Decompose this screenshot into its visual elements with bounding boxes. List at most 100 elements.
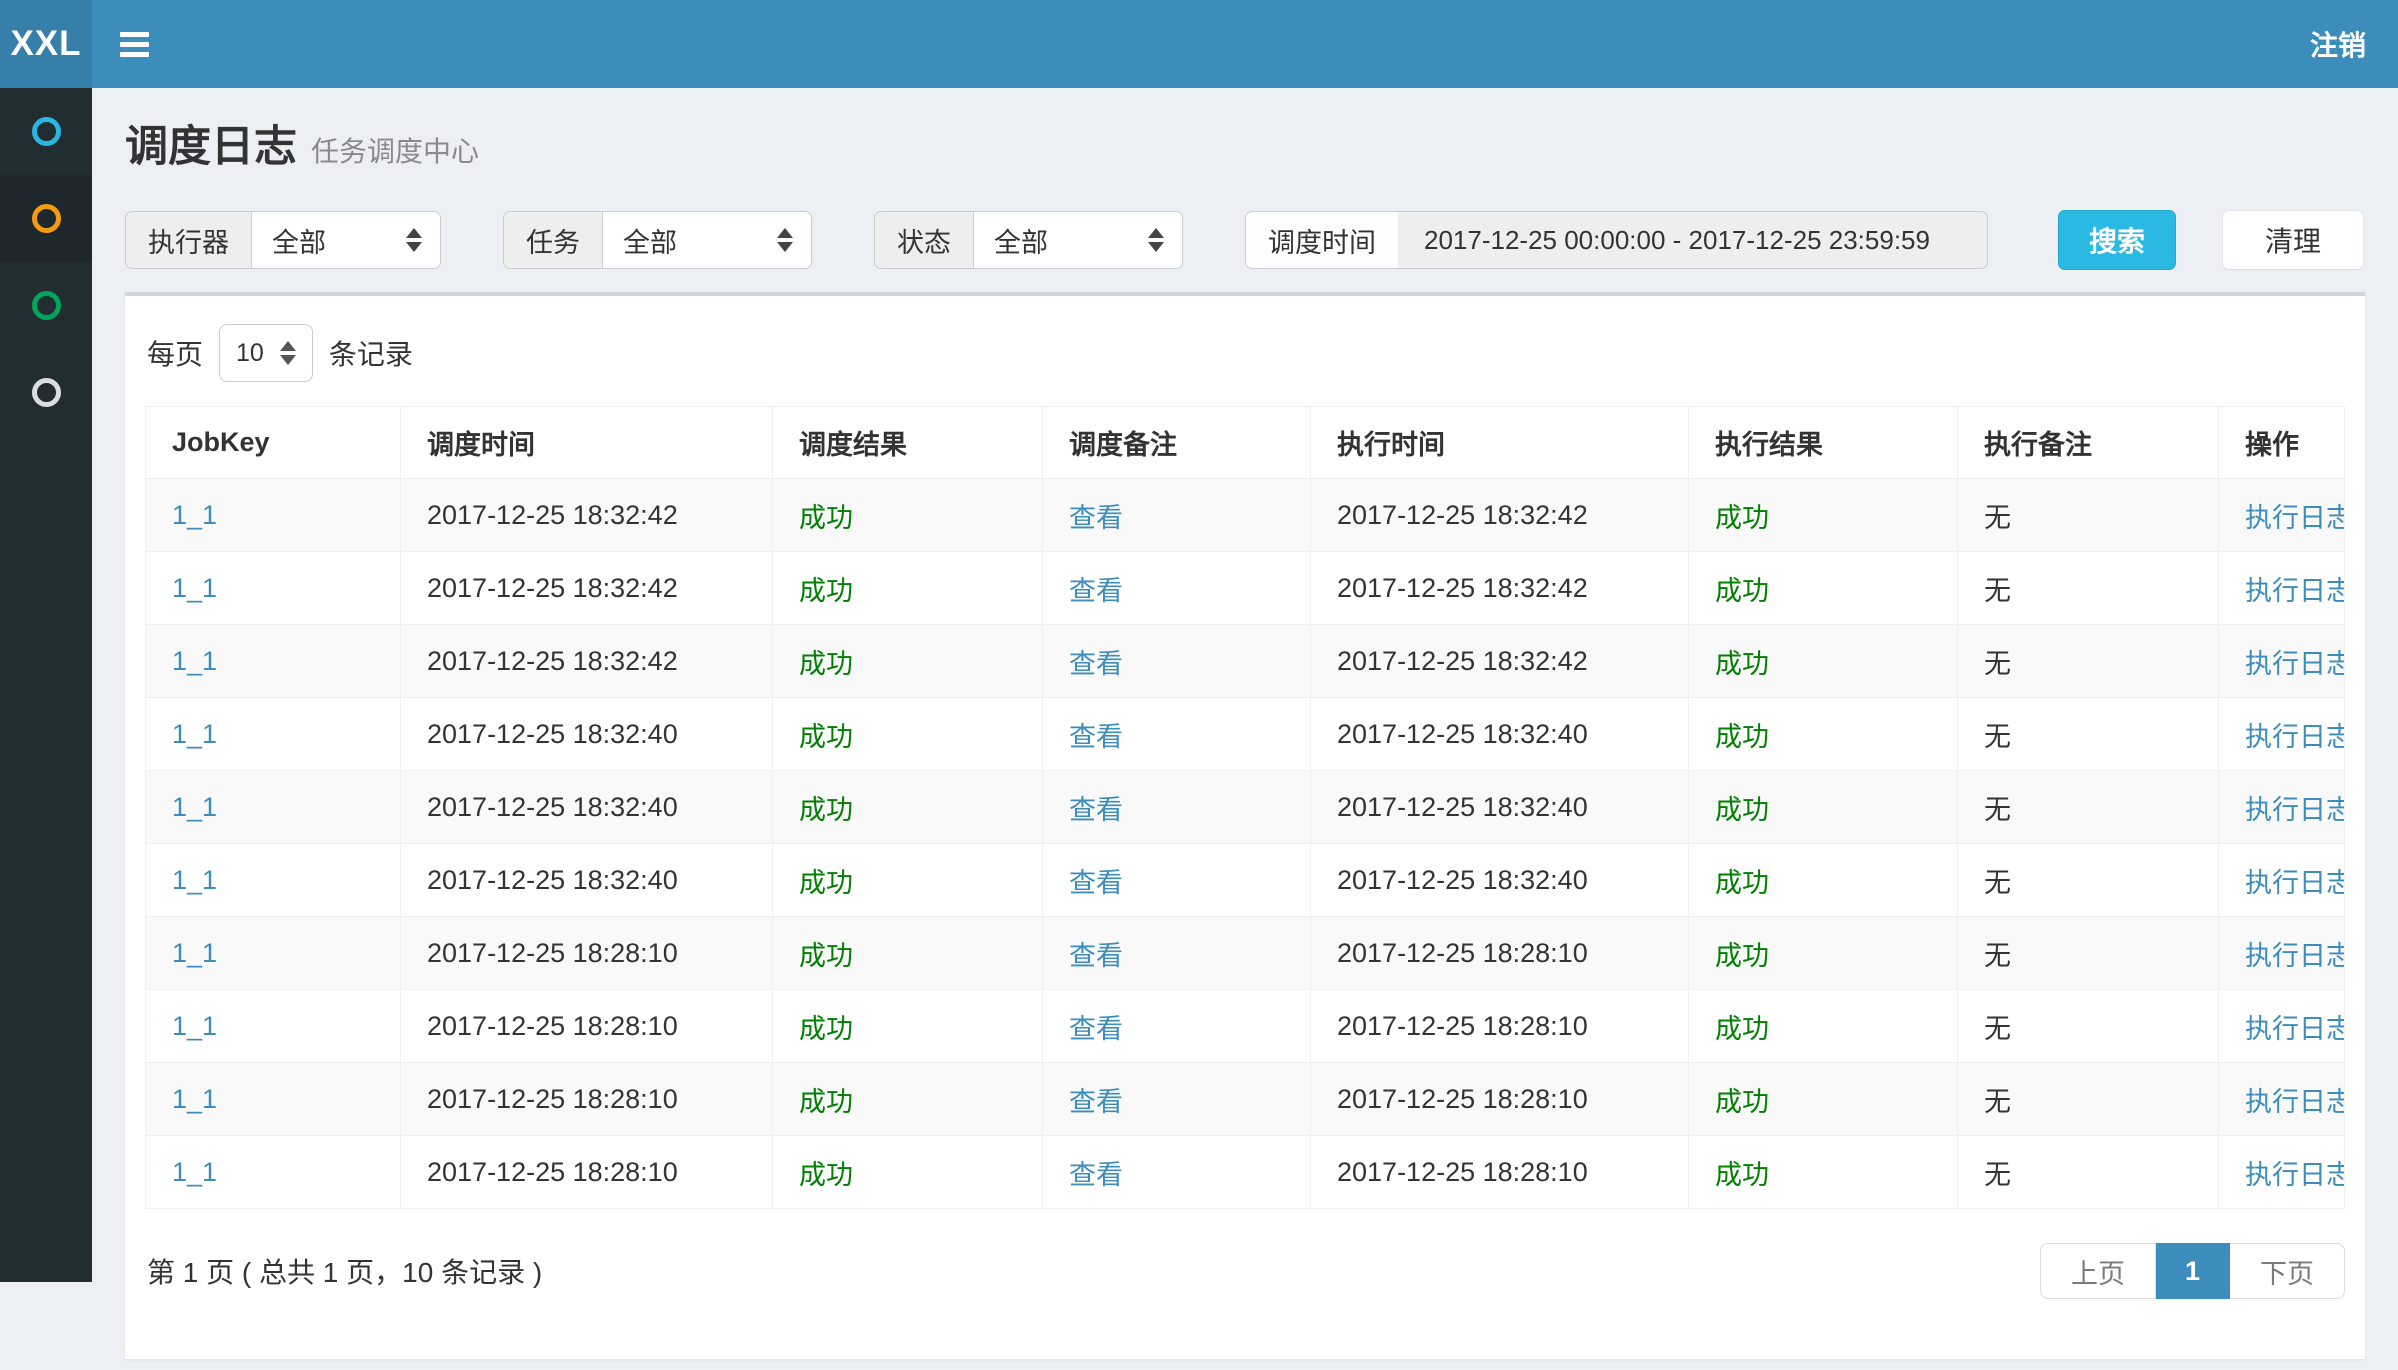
trigger-time-cell: 2017-12-25 18:28:10 [427,1157,678,1187]
table-row: 1_12017-12-25 18:32:40成功查看2017-12-25 18:… [146,771,2345,844]
trigger-result-cell: 成功 [799,649,853,679]
job-key-link[interactable]: 1_1 [172,1011,217,1041]
trigger-time-cell: 2017-12-25 18:28:10 [427,938,678,968]
handle-msg-cell: 无 [1984,941,2011,971]
trigger-msg-link[interactable]: 查看 [1069,1014,1123,1044]
handle-msg-cell: 无 [1984,1014,2011,1044]
exec-log-link[interactable]: 执行日志 [2245,503,2345,533]
job-key-link[interactable]: 1_1 [172,792,217,822]
exec-log-link[interactable]: 执行日志 [2245,576,2345,606]
job-key-link[interactable]: 1_1 [172,865,217,895]
column-header: 执行时间 [1311,407,1689,479]
executor-filter-select[interactable]: 全部 [251,211,441,269]
handle-result-cell: 成功 [1715,795,1769,825]
handle-msg-cell: 无 [1984,503,2011,533]
sidebar-item-2[interactable] [0,175,92,262]
exec-log-link[interactable]: 执行日志 [2245,941,2345,971]
dispatch-log-table: JobKey调度时间调度结果调度备注执行时间执行结果执行备注操作 1_12017… [145,406,2345,1209]
column-header: 调度结果 [773,407,1043,479]
trigger-msg-link[interactable]: 查看 [1069,1160,1123,1190]
sidebar-item-1[interactable] [0,88,92,175]
sidebar-toggle-button[interactable] [92,0,176,88]
executor-filter-label: 执行器 [125,211,251,269]
trigger-time-cell: 2017-12-25 18:32:40 [427,719,678,749]
trigger-time-filter-label: 调度时间 [1245,211,1398,269]
select-arrows-icon [777,228,793,252]
trigger-result-cell: 成功 [799,941,853,971]
handle-time-cell: 2017-12-25 18:28:10 [1337,1011,1588,1041]
trigger-msg-link[interactable]: 查看 [1069,868,1123,898]
sidebar-item-4[interactable] [0,349,92,436]
job-filter-select[interactable]: 全部 [602,211,812,269]
trigger-result-cell: 成功 [799,868,853,898]
job-key-link[interactable]: 1_1 [172,646,217,676]
trigger-msg-link[interactable]: 查看 [1069,722,1123,752]
column-header: 操作 [2219,407,2345,479]
trigger-msg-link[interactable]: 查看 [1069,576,1123,606]
handle-msg-cell: 无 [1984,722,2011,752]
table-row: 1_12017-12-25 18:32:42成功查看2017-12-25 18:… [146,552,2345,625]
handle-time-cell: 2017-12-25 18:32:40 [1337,865,1588,895]
trigger-msg-link[interactable]: 查看 [1069,503,1123,533]
handle-msg-cell: 无 [1984,1160,2011,1190]
content-area: 调度日志 任务调度中心 执行器 全部 任务 全部 状态 全部 调度时 [92,88,2398,1359]
trigger-msg-link[interactable]: 查看 [1069,649,1123,679]
trigger-msg-link[interactable]: 查看 [1069,1087,1123,1117]
exec-log-link[interactable]: 执行日志 [2245,649,2345,679]
trigger-time-cell: 2017-12-25 18:28:10 [427,1084,678,1114]
clear-button[interactable]: 清理 [2222,210,2364,270]
trigger-time-cell: 2017-12-25 18:28:10 [427,1011,678,1041]
page-size-suffix-label: 条记录 [329,333,413,373]
job-key-link[interactable]: 1_1 [172,1157,217,1187]
job-key-link[interactable]: 1_1 [172,1084,217,1114]
job-filter-label: 任务 [503,211,602,269]
logout-link[interactable]: 注销 [2278,0,2398,88]
status-filter-label: 状态 [874,211,973,269]
trigger-msg-link[interactable]: 查看 [1069,795,1123,825]
select-arrows-icon [280,341,296,365]
handle-time-cell: 2017-12-25 18:28:10 [1337,938,1588,968]
exec-log-link[interactable]: 执行日志 [2245,1087,2345,1117]
search-button[interactable]: 搜索 [2058,210,2176,270]
table-row: 1_1 2017-12-25 18:28:10 成功 查看 2017-12-25 18:… [146,917,2345,990]
status-filter-value: 全部 [994,221,1048,260]
app-logo[interactable]: XXL [0,0,92,88]
select-arrows-icon [1148,228,1164,252]
handle-msg-cell: 无 [1984,795,2011,825]
job-key-link[interactable]: 1_1 [172,719,217,749]
next-page-button[interactable]: 下页 [2230,1243,2345,1299]
exec-log-link[interactable]: 执行日志 [2245,722,2345,752]
page-1-button[interactable]: 1 [2156,1243,2230,1299]
exec-log-link[interactable]: 执行日志 [2245,1014,2345,1044]
prev-page-button[interactable]: 上页 [2040,1243,2156,1299]
sidebar-menu [0,88,92,1282]
pagination-summary: 第 1 页 ( 总共 1 页，10 条记录 ) [145,1251,542,1291]
trigger-result-cell: 成功 [799,722,853,752]
exec-log-link[interactable]: 执行日志 [2245,868,2345,898]
sidebar-item-3[interactable] [0,262,92,349]
handle-result-cell: 成功 [1715,868,1769,898]
exec-log-link[interactable]: 执行日志 [2245,795,2345,825]
job-key-link[interactable]: 1_1 [172,500,217,530]
table-row: 1_12017-12-25 18:28:10成功查看2017-12-25 18:… [146,1063,2345,1136]
table-footer: 第 1 页 ( 总共 1 页，10 条记录 ) 上页 1 下页 [145,1243,2345,1299]
circle-outline-icon [32,204,61,233]
trigger-time-range-input[interactable]: 2017-12-25 00:00:00 - 2017-12-25 23:59:5… [1398,211,1988,269]
trigger-msg-link[interactable]: 查看 [1069,941,1123,971]
column-header: 调度时间 [401,407,773,479]
handle-result-cell: 成功 [1715,649,1769,679]
handle-time-cell: 2017-12-25 18:32:40 [1337,719,1588,749]
column-header: 执行结果 [1689,407,1958,479]
job-key-link[interactable]: 1_1 [172,573,217,603]
handle-msg-cell: 无 [1984,649,2011,679]
job-key-link[interactable]: 1_1 [172,938,217,968]
exec-log-link[interactable]: 执行日志 [2245,1160,2345,1190]
table-row: 1_12017-12-25 18:32:42成功查看2017-12-25 18:… [146,625,2345,698]
status-filter-select[interactable]: 全部 [973,211,1183,269]
handle-time-cell: 2017-12-25 18:32:40 [1337,792,1588,822]
job-filter-group: 任务 全部 [503,211,812,269]
handle-result-cell: 成功 [1715,1014,1769,1044]
trigger-time-cell: 2017-12-25 18:32:42 [427,646,678,676]
table-row: 1_1 2017-12-25 18:28:10 成功 查看 2017-12-25 18:… [146,990,2345,1063]
page-size-select[interactable]: 10 [219,324,313,382]
